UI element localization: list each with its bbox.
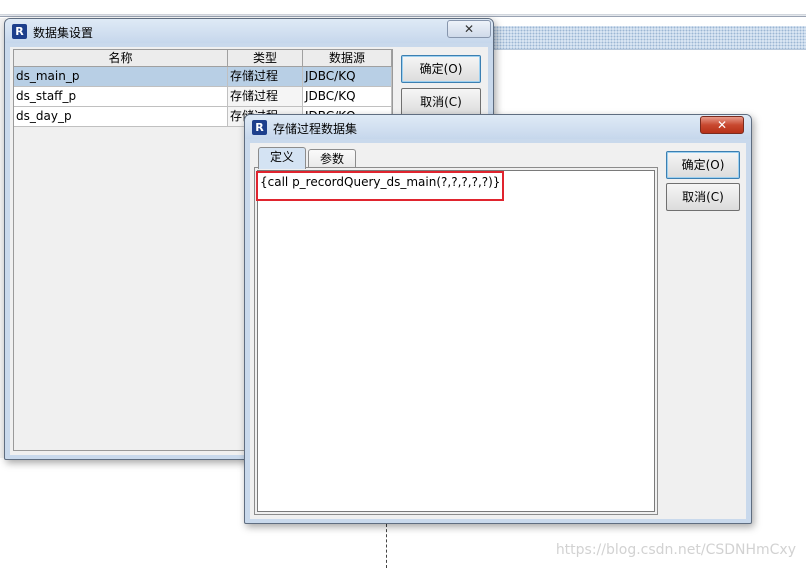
cell-type: 存储过程 [228, 67, 303, 87]
table-row[interactable]: ds_main_p 存储过程 JDBC/KQ [14, 67, 392, 87]
column-header-type[interactable]: 类型 [228, 50, 303, 67]
cell-source: JDBC/KQ [303, 67, 392, 87]
tab-parameters[interactable]: 参数 [308, 149, 356, 169]
dataset-settings-titlebar[interactable]: R 数据集设置 ✕ [5, 19, 493, 43]
close-icon[interactable]: ✕ [700, 116, 744, 134]
close-icon[interactable]: ✕ [447, 20, 491, 38]
watermark-text: https://blog.csdn.net/CSDNHmCxy [555, 542, 796, 558]
stored-procedure-dialog: R 存储过程数据集 ✕ 定义 参数 {call p_recordQuery_ds… [244, 114, 752, 524]
column-header-source[interactable]: 数据源 [303, 50, 392, 67]
table-header: 名称 类型 数据源 [14, 50, 392, 67]
cell-name: ds_staff_p [14, 87, 228, 107]
app-logo-icon: R [252, 120, 267, 135]
background-dotted-header [490, 26, 806, 50]
cancel-button[interactable]: 取消(C) [401, 88, 481, 116]
definition-panel: {call p_recordQuery_ds_main(?,?,?,?,?)} [254, 167, 658, 515]
cell-source: JDBC/KQ [303, 87, 392, 107]
column-header-name[interactable]: 名称 [14, 50, 228, 67]
table-row[interactable]: ds_staff_p 存储过程 JDBC/KQ [14, 87, 392, 107]
ok-button[interactable]: 确定(O) [401, 55, 481, 83]
stored-procedure-titlebar[interactable]: R 存储过程数据集 ✕ [245, 115, 751, 139]
sql-statement: {call p_recordQuery_ds_main(?,?,?,?,?)} [256, 171, 504, 201]
cell-name: ds_main_p [14, 67, 228, 87]
background-guide-line [386, 524, 387, 568]
cell-name: ds_day_p [14, 107, 228, 127]
app-logo-icon: R [12, 24, 27, 39]
window-title: 数据集设置 [33, 26, 94, 40]
sql-editor[interactable]: {call p_recordQuery_ds_main(?,?,?,?,?)} [256, 170, 655, 512]
background-toolbar-edge [0, 14, 806, 17]
tab-definition[interactable]: 定义 [258, 147, 306, 169]
cell-type: 存储过程 [228, 87, 303, 107]
ok-button[interactable]: 确定(O) [666, 151, 740, 179]
stored-procedure-content: 定义 参数 {call p_recordQuery_ds_main(?,?,?,… [250, 143, 746, 519]
dialog-title: 存储过程数据集 [273, 122, 358, 136]
annotation-highlight-box [256, 171, 504, 201]
cancel-button[interactable]: 取消(C) [666, 183, 740, 211]
